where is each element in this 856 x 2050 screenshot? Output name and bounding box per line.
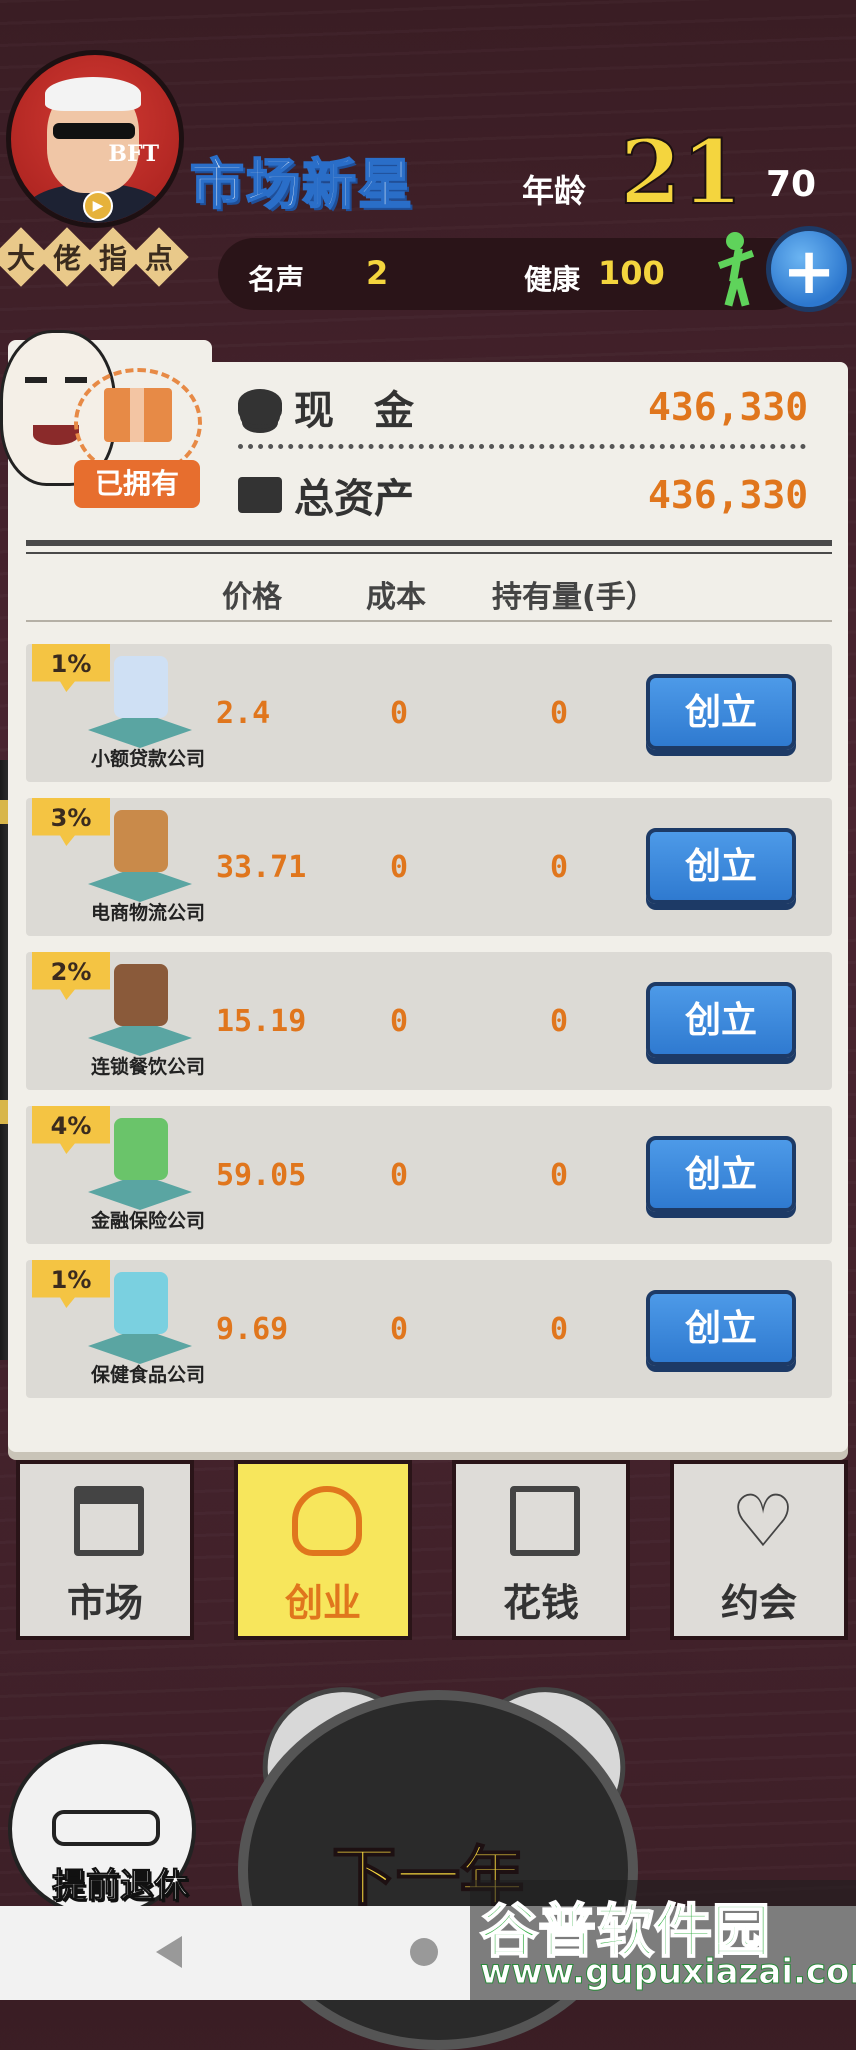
supplement-bottle-icon [114,1272,168,1334]
company-row: 1% 小额贷款公司 2.4 0 0 创立 [26,644,832,782]
fame-value: 2 [366,254,389,292]
mentor-char: 大 [6,242,35,275]
company-row: 1% 保健食品公司 9.69 0 0 创立 [26,1260,832,1398]
cost-value: 0 [390,1004,409,1039]
age-max: 70 [766,164,817,205]
tab-dating[interactable]: ♡ 约会 [670,1460,848,1640]
fame-label: 名声 [248,263,305,296]
tab-label: 花钱 [502,1581,579,1625]
mentor-tips-label[interactable]: 大 佬 指 点 [0,227,189,287]
price-value: 9.69 [216,1312,289,1347]
price-value: 15.19 [216,1004,307,1039]
divider [238,444,806,449]
col-header-cost: 成本 [366,580,426,615]
rate-badge: 1% [32,644,110,692]
cost-value: 0 [390,850,409,885]
holding-value: 0 [550,696,569,731]
avatar-bft-text: BFT [108,141,159,167]
insurance-family-icon [114,1118,168,1180]
card-icon [238,477,282,513]
age-value: 21 [619,120,743,224]
add-health-button[interactable]: + [766,226,852,312]
shop-icon [74,1486,144,1556]
health-label: 健康 [524,263,581,296]
price-value: 33.71 [216,850,307,885]
tab-label: 创业 [284,1581,361,1625]
create-button[interactable]: 创立 [646,982,796,1058]
tab-label: 市场 [66,1581,143,1625]
mentor-avatar[interactable]: BFT ▶ [6,50,184,228]
total-assets-row: 总资产 436,330 [238,466,808,524]
tab-startup[interactable]: 创业 [234,1460,412,1640]
glasses-icon [52,1810,160,1846]
retire-early-button[interactable]: 提前退休 [52,1858,189,1907]
create-button[interactable]: 创立 [646,1136,796,1212]
create-button[interactable]: 创立 [646,674,796,750]
company-name: 金融保险公司 [90,1210,205,1232]
company-row: 2% 连锁餐饮公司 15.19 0 0 创立 [26,952,832,1090]
back-icon[interactable] [156,1936,182,1968]
home-icon[interactable] [410,1938,438,1966]
health-value: 100 [598,254,665,292]
cash-row: 现 金 436,330 [238,378,808,436]
tab-market[interactable]: 市场 [16,1460,194,1640]
holding-value: 0 [550,1158,569,1193]
price-value: 59.05 [216,1158,307,1193]
coins-icon [238,389,282,425]
mentor-char: 佬 [52,242,81,275]
section-divider-thin [26,552,832,554]
avatar-hair [45,77,141,111]
rate-badge: 3% [32,798,110,846]
rate-badge: 1% [32,1260,110,1308]
rank-title: 市场新星 [189,152,414,217]
watermark-url: www.gupuxiazai.com [480,1952,856,1993]
holding-value: 0 [550,850,569,885]
cost-value: 0 [390,1158,409,1193]
total-assets-label: 总资产 [294,476,414,522]
company-row: 3% 电商物流公司 33.71 0 0 创立 [26,798,832,936]
col-header-price: 价格 [222,580,282,615]
create-button[interactable]: 创立 [646,828,796,904]
col-header-holding: 持有量(手） [492,580,656,615]
company-name: 连锁餐饮公司 [90,1056,205,1078]
health-figure-icon [714,232,755,307]
mentor-char: 点 [144,242,173,275]
play-icon[interactable]: ▶ [83,191,113,221]
holding-value: 0 [550,1004,569,1039]
owned-label[interactable]: 已拥有 [74,460,200,508]
tab-spend[interactable]: 花钱 [452,1460,630,1640]
section-divider [26,540,832,546]
cost-value: 0 [390,696,409,731]
age-label: 年龄 [522,172,587,210]
lightbulb-icon [292,1486,362,1556]
rate-badge: 2% [32,952,110,1000]
company-name: 电商物流公司 [90,902,205,924]
company-row: 4% 金融保险公司 59.05 0 0 创立 [26,1106,832,1244]
package-icon [114,810,168,872]
tab-label: 约会 [720,1581,797,1625]
watermark: 谷普软件园 www.gupuxiazai.com [470,1880,856,2000]
rate-badge: 4% [32,1106,110,1154]
shopping-bag-icon [510,1486,580,1556]
holding-value: 0 [550,1312,569,1347]
coffee-cup-icon [114,964,168,1026]
total-assets-value: 436,330 [648,473,809,517]
box-icon [104,388,172,442]
create-button[interactable]: 创立 [646,1290,796,1366]
price-value: 2.4 [216,696,271,731]
cash-value: 436,330 [648,385,809,429]
company-name: 小额贷款公司 [90,748,205,770]
pawn-shop-icon [114,656,168,718]
header-divider [26,620,832,622]
cost-value: 0 [390,1312,409,1347]
mentor-char: 指 [98,242,127,275]
company-name: 保健食品公司 [90,1364,205,1386]
heart-icon: ♡ [730,1479,796,1563]
cash-label: 现 金 [294,388,414,434]
avatar-glasses [53,123,135,139]
